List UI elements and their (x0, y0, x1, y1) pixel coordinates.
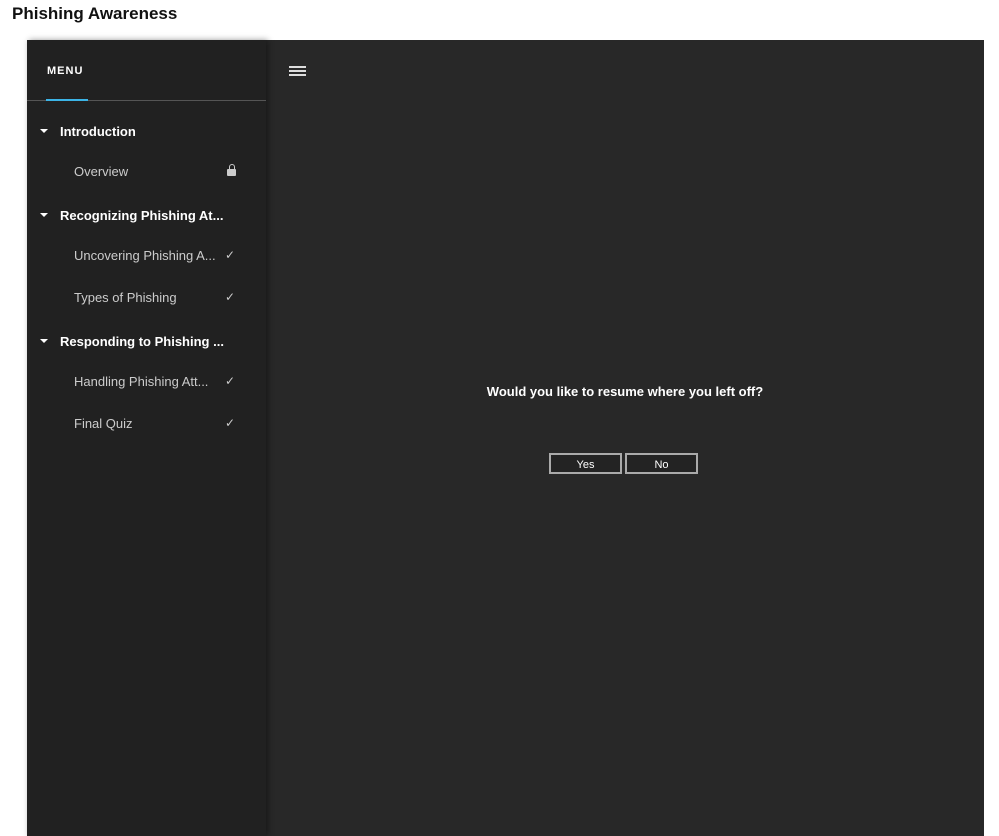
section-label: Responding to Phishing ... (60, 333, 224, 349)
yes-button[interactable]: Yes (549, 453, 622, 474)
resume-prompt: Would you like to resume where you left … (486, 384, 764, 399)
lock-icon (227, 164, 236, 176)
lesson-final-quiz[interactable]: Final Quiz ✓ (27, 408, 266, 438)
course-player: MENU Introduction Overview Recognizing P… (27, 40, 984, 836)
lesson-label: Handling Phishing Att... (74, 373, 209, 389)
check-icon: ✓ (225, 416, 236, 430)
check-icon: ✓ (225, 374, 236, 388)
section-label: Recognizing Phishing At... (60, 207, 224, 223)
caret-down-icon (40, 213, 48, 217)
check-icon: ✓ (225, 248, 236, 262)
menu-tab[interactable]: MENU (27, 40, 266, 101)
section-responding[interactable]: Responding to Phishing ... (27, 326, 266, 356)
lesson-label: Uncovering Phishing A... (74, 247, 216, 263)
section-label: Introduction (60, 123, 136, 139)
menu-tab-underline (46, 99, 88, 101)
caret-down-icon (40, 129, 48, 133)
lesson-label: Final Quiz (74, 415, 133, 431)
section-recognizing[interactable]: Recognizing Phishing At... (27, 200, 266, 230)
check-icon: ✓ (225, 290, 236, 304)
lesson-label: Overview (74, 163, 129, 179)
hamburger-menu-icon[interactable] (289, 66, 306, 76)
lesson-uncovering[interactable]: Uncovering Phishing A... ✓ (27, 240, 266, 270)
no-button[interactable]: No (625, 453, 698, 474)
sidebar-menu: MENU Introduction Overview Recognizing P… (27, 40, 266, 836)
page-title: Phishing Awareness (12, 4, 178, 23)
menu-tab-label: MENU (47, 65, 84, 77)
caret-down-icon (40, 339, 48, 343)
lesson-overview[interactable]: Overview (27, 156, 266, 186)
lesson-handling[interactable]: Handling Phishing Att... ✓ (27, 366, 266, 396)
section-introduction[interactable]: Introduction (27, 116, 266, 146)
lesson-label: Types of Phishing (74, 289, 177, 305)
lesson-types[interactable]: Types of Phishing ✓ (27, 282, 266, 312)
